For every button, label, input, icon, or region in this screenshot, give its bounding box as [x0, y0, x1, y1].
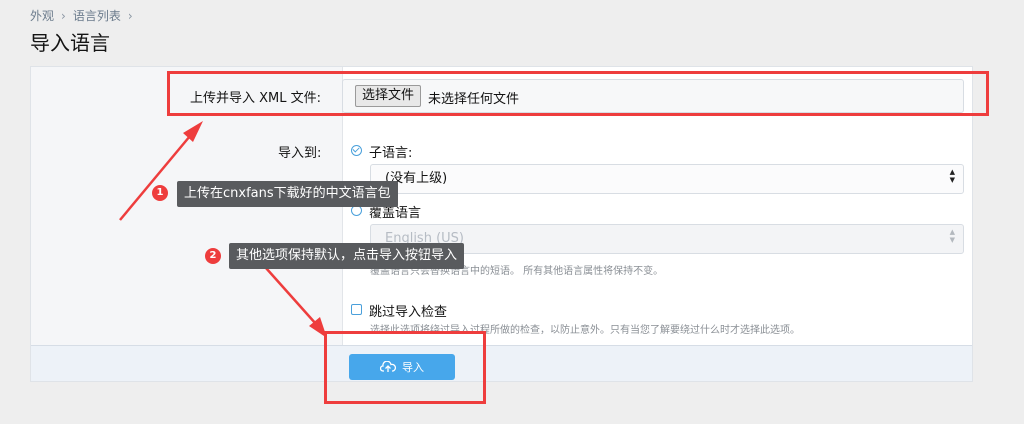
breadcrumb-item-language-list[interactable]: 语言列表: [73, 7, 121, 24]
import-button[interactable]: 导入: [349, 354, 455, 380]
breadcrumb-item-appearance[interactable]: 外观: [30, 7, 54, 24]
choose-file-button[interactable]: 选择文件: [355, 85, 422, 107]
import-button-label: 导入: [402, 362, 424, 374]
child-language-label[interactable]: 子语言:: [369, 142, 412, 161]
annotation-badge-2: 2: [205, 248, 221, 264]
select-arrows-icon: ▲ ▼: [949, 228, 955, 244]
form-label-column: [31, 67, 343, 347]
breadcrumb: 外观 › 语言列表 ›: [30, 7, 140, 24]
chevron-right-icon: ›: [127, 8, 133, 23]
select-arrows-icon: ▲ ▼: [949, 168, 955, 184]
import-to-label: 导入到:: [278, 146, 322, 161]
upload-icon: [380, 361, 396, 372]
skip-import-check-checkbox[interactable]: [351, 304, 362, 315]
child-language-radio[interactable]: [351, 145, 362, 156]
page-title: 导入语言: [30, 31, 110, 55]
annotation-badge-1: 1: [152, 185, 168, 201]
annotation-tooltip-2: 其他选项保持默认，点击导入按钮导入: [229, 243, 465, 269]
annotation-tooltip-1: 上传在cnxfans下载好的中文语言包: [177, 181, 398, 207]
skip-import-check-hint: 选择此选项将绕过导入过程所做的检查，以防止意外。只有当您了解要绕过什么时才选择此…: [370, 325, 800, 336]
skip-import-check-label[interactable]: 跳过导入检查: [369, 301, 447, 320]
upload-label: 上传并导入 XML 文件:: [190, 91, 322, 106]
form-footer: [31, 345, 972, 381]
file-upload-field[interactable]: 选择文件 未选择任何文件: [342, 79, 964, 113]
file-status-text: 未选择任何文件: [428, 92, 520, 107]
parent-language-select[interactable]: (没有上级) ▲ ▼: [370, 164, 964, 194]
chevron-right-icon: ›: [61, 8, 66, 23]
